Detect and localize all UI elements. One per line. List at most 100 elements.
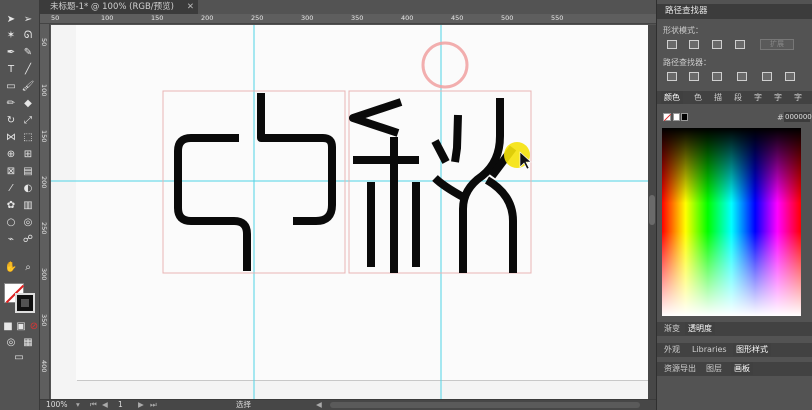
none-mode-icon[interactable]: ⊘ bbox=[27, 321, 41, 333]
ruler-tick: 250 bbox=[251, 14, 264, 22]
curvature-icon[interactable]: ✎ bbox=[21, 47, 35, 59]
puppet-icon[interactable]: ☍ bbox=[21, 234, 35, 246]
selection-icon[interactable]: ➤ bbox=[4, 14, 18, 26]
tab-asset-export[interactable]: 资源导出 bbox=[661, 362, 699, 375]
eyedropper-icon[interactable]: ⁄ bbox=[4, 183, 18, 195]
minus-front-icon[interactable] bbox=[689, 40, 699, 49]
color-spectrum[interactable] bbox=[662, 128, 801, 316]
gradient-mode-icon[interactable]: ▣ bbox=[14, 321, 28, 333]
ruler-tick: 550 bbox=[551, 14, 564, 22]
tab-libraries[interactable]: Libraries bbox=[689, 343, 730, 356]
mesh-icon[interactable]: ⊠ bbox=[4, 166, 18, 178]
magic-wand-icon[interactable]: ✶ bbox=[4, 30, 18, 42]
scroll-thumb[interactable] bbox=[649, 195, 655, 225]
ruler-tick: 300 bbox=[301, 14, 314, 22]
perspective-icon[interactable]: ⊞ bbox=[21, 149, 35, 161]
tab-appearance[interactable]: 外观 bbox=[661, 343, 683, 356]
rotate-icon[interactable]: ↻ bbox=[4, 115, 18, 127]
artwork[interactable] bbox=[51, 25, 648, 399]
ruler-tick: 400 bbox=[40, 360, 48, 373]
hex-label: # bbox=[777, 113, 784, 122]
next-page-icon[interactable]: ▶ bbox=[138, 400, 144, 410]
canvas-area[interactable] bbox=[51, 25, 648, 399]
tab-stroke[interactable]: 描 bbox=[711, 91, 725, 104]
tab-transparency[interactable]: 透明度 bbox=[685, 322, 715, 335]
knife-icon[interactable]: ⌁ bbox=[4, 234, 18, 246]
ruler-vertical[interactable]: 50 100 150 200 250 300 350 400 bbox=[40, 24, 50, 400]
color-mode-icon[interactable]: ■ bbox=[1, 321, 15, 333]
pen-icon[interactable]: ✒ bbox=[4, 47, 18, 59]
type-icon[interactable]: T bbox=[4, 64, 18, 76]
expand-button[interactable]: 扩展 bbox=[760, 39, 794, 50]
close-icon[interactable]: ✕ bbox=[187, 0, 194, 14]
color-panel-tabbar: 颜色 色 描 段 字 字 字 bbox=[657, 91, 812, 104]
white-swatch[interactable] bbox=[673, 113, 680, 121]
last-page-icon[interactable]: ⏭ bbox=[150, 400, 157, 410]
vertical-scrollbar[interactable] bbox=[648, 25, 656, 399]
graph-icon[interactable]: ▥ bbox=[21, 200, 35, 212]
minus-back-icon[interactable] bbox=[785, 72, 795, 81]
fill-stroke-icon[interactable] bbox=[4, 283, 37, 315]
draw-mode-icon[interactable]: ◎ bbox=[4, 337, 18, 349]
blend-icon[interactable]: ◐ bbox=[21, 183, 35, 195]
tab-paragraph[interactable]: 段 bbox=[731, 91, 745, 104]
none-swatch[interactable] bbox=[663, 113, 672, 122]
tab-color[interactable]: 颜色 bbox=[661, 91, 683, 104]
ruler-tick: 450 bbox=[451, 14, 464, 22]
intersect-icon[interactable] bbox=[712, 40, 722, 49]
width-icon[interactable]: ⋈ bbox=[4, 132, 18, 144]
gradient-icon[interactable]: ▤ bbox=[21, 166, 35, 178]
tool-status: 选择 bbox=[236, 400, 251, 409]
line-icon[interactable]: ╱ bbox=[21, 64, 35, 76]
tab-graphic-styles[interactable]: 图形样式 bbox=[733, 343, 771, 356]
slice-icon[interactable]: ◎ bbox=[21, 217, 35, 229]
hand-icon[interactable]: ✋ bbox=[4, 262, 18, 274]
divide-icon[interactable] bbox=[667, 72, 677, 81]
eraser-icon[interactable]: ◆ bbox=[21, 98, 35, 110]
pathfinder-panel-title[interactable]: 路径查找器 bbox=[657, 4, 812, 19]
tab-glyphs[interactable]: 字 bbox=[771, 91, 785, 104]
free-transform-icon[interactable]: ⬚ bbox=[21, 132, 35, 144]
pencil-icon[interactable]: ✏ bbox=[4, 98, 18, 110]
exclude-icon[interactable] bbox=[735, 40, 745, 49]
symbol-icon[interactable]: ✿ bbox=[4, 200, 18, 212]
screen-mode-icon[interactable]: ▦ bbox=[21, 337, 35, 349]
tab-swatches[interactable]: 色 bbox=[691, 91, 705, 104]
ruler-tick: 50 bbox=[40, 38, 48, 47]
pathfinders-label: 路径查找器： bbox=[663, 58, 711, 67]
hex-input[interactable]: 000000 bbox=[784, 112, 812, 122]
rectangle-icon[interactable]: ▭ bbox=[4, 81, 18, 93]
document-tab[interactable]: 未标题-1* @ 100% (RGB/预览) ✕ bbox=[40, 0, 198, 14]
shape-builder-icon[interactable]: ⊕ bbox=[4, 149, 18, 161]
tab-layers[interactable]: 图层 bbox=[703, 362, 725, 375]
page-number[interactable]: 1 bbox=[118, 400, 123, 410]
artboard-icon[interactable]: ○ bbox=[4, 217, 18, 229]
tab-artboards[interactable]: 画板 bbox=[731, 362, 753, 375]
ruler-horizontal[interactable]: 50 100 150 200 250 300 350 400 450 500 5… bbox=[40, 14, 656, 24]
prev-page-icon[interactable]: ◀ bbox=[102, 400, 108, 410]
zoom-level[interactable]: 100% bbox=[46, 400, 67, 410]
scroll-left-icon[interactable]: ◀ bbox=[316, 400, 322, 410]
zoom-dropdown-icon[interactable]: ▾ bbox=[76, 400, 80, 410]
zoom-icon[interactable]: ⌕ bbox=[21, 262, 35, 274]
screen-mode-2-icon[interactable]: ▭ bbox=[12, 352, 26, 364]
tab-character[interactable]: 字 bbox=[751, 91, 765, 104]
black-swatch[interactable] bbox=[681, 113, 688, 121]
ruler-tick: 350 bbox=[40, 314, 48, 327]
merge-icon[interactable] bbox=[712, 72, 722, 81]
outline-icon[interactable] bbox=[762, 72, 772, 81]
click-ring bbox=[421, 41, 469, 89]
tab-gradient[interactable]: 渐变 bbox=[661, 322, 683, 335]
ruler-tick: 100 bbox=[40, 84, 48, 97]
first-page-icon[interactable]: ⏮ bbox=[90, 400, 97, 410]
trim-icon[interactable] bbox=[689, 72, 699, 81]
horizontal-scrollbar[interactable] bbox=[330, 402, 640, 408]
lasso-icon[interactable]: ᘏ bbox=[21, 30, 35, 42]
direct-select-icon[interactable]: ➢ bbox=[21, 14, 35, 26]
unite-icon[interactable] bbox=[667, 40, 677, 49]
tab-type[interactable]: 字 bbox=[791, 91, 805, 104]
brush-icon[interactable]: 🖌 bbox=[21, 81, 35, 93]
crop-icon[interactable] bbox=[737, 72, 747, 81]
scale-icon[interactable]: ⤢ bbox=[21, 115, 35, 127]
ruler-tick: 350 bbox=[351, 14, 364, 22]
